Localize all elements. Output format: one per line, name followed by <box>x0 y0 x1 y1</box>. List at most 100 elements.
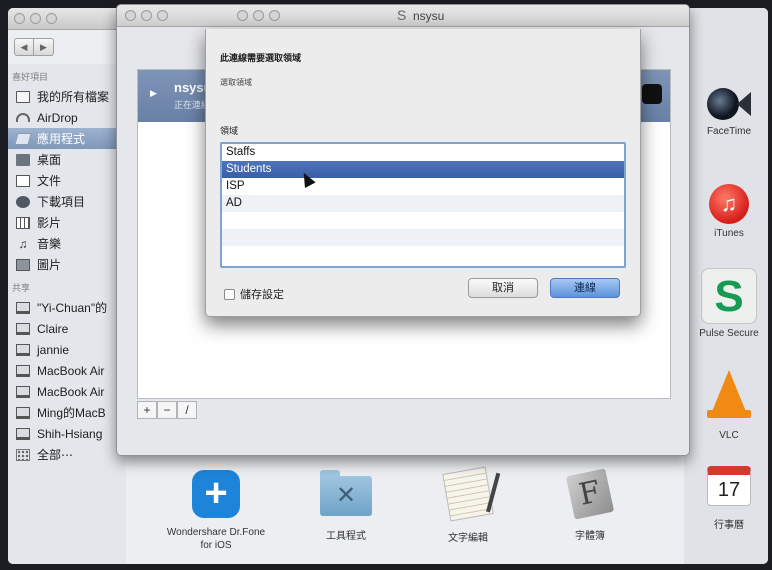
domain-option[interactable]: ISP <box>222 178 624 195</box>
connect-toggle-button[interactable] <box>642 84 662 104</box>
vpn-title-bar: S nsysu <box>117 5 689 27</box>
app-label: FaceTime <box>706 126 752 137</box>
airdrop-icon <box>16 113 30 122</box>
domain-list[interactable]: Staffs Students ISP AD <box>220 142 626 268</box>
app-label: Wondershare Dr.Fone for iOS <box>166 527 266 551</box>
save-settings-label: 儲存設定 <box>240 289 284 301</box>
sidebar-item-music[interactable]: ♫ 音樂 <box>8 233 126 254</box>
vpn-window-title: nsysu <box>413 9 445 23</box>
vpn-window-controls <box>125 10 168 21</box>
cancel-button[interactable]: 取消 <box>468 278 538 298</box>
close-button[interactable] <box>237 10 248 21</box>
applications-icon <box>14 132 32 145</box>
minimize-button[interactable] <box>30 13 41 24</box>
sidebar-item-label: 桌面 <box>37 153 62 167</box>
pulse-secure-icon: S <box>701 268 757 324</box>
forward-button[interactable]: ▶ <box>34 38 54 56</box>
save-settings-checkbox[interactable]: 儲存設定 <box>224 286 284 302</box>
sidebar-item-shared[interactable]: MacBook Air <box>8 381 126 402</box>
domain-option-selected[interactable]: Students <box>222 161 624 178</box>
app-calendar[interactable]: 17 行事曆 <box>694 466 764 531</box>
app-fontbook[interactable]: F 字體簿 <box>540 466 640 543</box>
close-button[interactable] <box>125 10 136 21</box>
app-label: Pulse Secure <box>699 328 759 339</box>
downloads-icon <box>16 195 30 208</box>
app-vlc[interactable]: VLC <box>694 370 764 441</box>
domain-option-empty <box>222 229 624 246</box>
sidebar-item-shared[interactable]: "Yi-Chuan"的 <box>8 297 126 318</box>
add-connection-button[interactable]: + <box>137 401 157 419</box>
computer-icon <box>16 322 30 335</box>
sidebar-item-label: 全部⋯ <box>37 448 74 462</box>
music-icon: ♫ <box>18 236 28 251</box>
app-textedit[interactable]: 文字編輯 <box>418 466 518 545</box>
sidebar-item-desktop[interactable]: 桌面 <box>8 149 126 170</box>
sidebar-item-all-files[interactable]: 我的所有檔案 <box>8 86 126 107</box>
dialog-heading: 此連線需要選取領域 <box>220 53 302 63</box>
connection-toolbar: + − / <box>137 401 197 419</box>
app-itunes[interactable]: ♫ iTunes <box>694 184 764 239</box>
sidebar-item-shared[interactable]: Claire <box>8 318 126 339</box>
fontbook-icon: F <box>565 468 615 520</box>
domain-option[interactable]: Staffs <box>222 144 624 161</box>
domain-option[interactable]: AD <box>222 195 624 212</box>
sidebar-item-label: "Yi-Chuan"的 <box>37 301 108 315</box>
sidebar-item-applications[interactable]: 應用程式 <box>8 128 126 149</box>
facetime-icon <box>707 86 751 122</box>
sidebar-item-shared[interactable]: MacBook Air <box>8 360 126 381</box>
checkbox-box[interactable] <box>224 288 235 300</box>
sidebar-item-label: Shih-Hsiang <box>37 426 103 441</box>
back-button[interactable]: ◀ <box>14 38 34 56</box>
zoom-button[interactable] <box>46 13 57 24</box>
sidebar-item-shared[interactable]: Shih-Hsiang <box>8 423 126 444</box>
sidebar-item-shared[interactable]: jannie <box>8 339 126 360</box>
zoom-button[interactable] <box>269 10 280 21</box>
app-facetime[interactable]: FaceTime <box>694 86 764 137</box>
sidebar-item-label: 下載項目 <box>37 195 86 209</box>
computer-icon <box>16 385 30 398</box>
textedit-icon <box>442 466 494 522</box>
sidebar-item-label: 音樂 <box>37 237 62 251</box>
sidebar-item-label: 圖片 <box>37 258 62 272</box>
sidebar-item-documents[interactable]: 文件 <box>8 170 126 191</box>
sidebar-item-movies[interactable]: 影片 <box>8 212 126 233</box>
computer-icon <box>16 406 30 419</box>
domain-option-empty <box>222 212 624 229</box>
sidebar-item-label: Claire <box>37 321 69 336</box>
sidebar-item-shared[interactable]: Ming的MacB <box>8 402 126 423</box>
sidebar-item-airdrop[interactable]: AirDrop <box>8 107 126 128</box>
pulse-secure-icon: S <box>397 7 407 23</box>
sidebar-item-downloads[interactable]: 下載項目 <box>8 191 126 212</box>
zoom-button[interactable] <box>157 10 168 21</box>
remove-connection-button[interactable]: − <box>157 401 177 419</box>
sidebar-item-label: 我的所有檔案 <box>37 90 110 104</box>
app-label: 文字編輯 <box>448 533 488 544</box>
utilities-folder-icon: ✕ <box>320 470 372 516</box>
domain-selection-dialog: 此連線需要選取領域 選取領域 領域 Staffs Students ISP AD… <box>205 29 641 317</box>
connect-button[interactable]: 連線 <box>550 278 620 298</box>
app-label: 行事曆 <box>714 520 744 531</box>
applications-grid-right: FaceTime ♫ iTunes S Pulse Secure VLC 17 … <box>684 8 768 564</box>
sidebar-item-label: jannie <box>37 342 70 357</box>
sidebar-item-label: MacBook Air <box>37 363 105 378</box>
sidebar-item-label: Ming的MacB <box>37 406 106 420</box>
sidebar-item-label: 影片 <box>37 216 62 230</box>
sidebar-item-label: 應用程式 <box>37 132 86 146</box>
applications-grid-bottom: + Wondershare Dr.Fone for iOS ✕ 工具程式 文字編… <box>146 466 686 564</box>
finder-sidebar: 喜好項目 我的所有檔案 AirDrop 應用程式 桌面 文件 下載項目 影片 ♫… <box>8 64 126 564</box>
documents-icon <box>16 174 30 187</box>
disclosure-triangle-icon[interactable]: ▶ <box>150 88 157 99</box>
itunes-icon: ♫ <box>709 184 749 224</box>
app-utilities[interactable]: ✕ 工具程式 <box>296 466 396 543</box>
minimize-button[interactable] <box>141 10 152 21</box>
sidebar-item-pictures[interactable]: 圖片 <box>8 254 126 275</box>
close-button[interactable] <box>14 13 25 24</box>
all-files-icon <box>16 90 30 103</box>
minimize-button[interactable] <box>253 10 264 21</box>
dialog-window-controls <box>237 10 280 21</box>
app-pulse-secure[interactable]: S Pulse Secure <box>694 268 764 339</box>
app-drfone[interactable]: + Wondershare Dr.Fone for iOS <box>166 466 266 552</box>
edit-connection-button[interactable]: / <box>177 401 197 419</box>
pictures-icon <box>16 258 30 271</box>
sidebar-item-shared-all[interactable]: 全部⋯ <box>8 444 126 465</box>
